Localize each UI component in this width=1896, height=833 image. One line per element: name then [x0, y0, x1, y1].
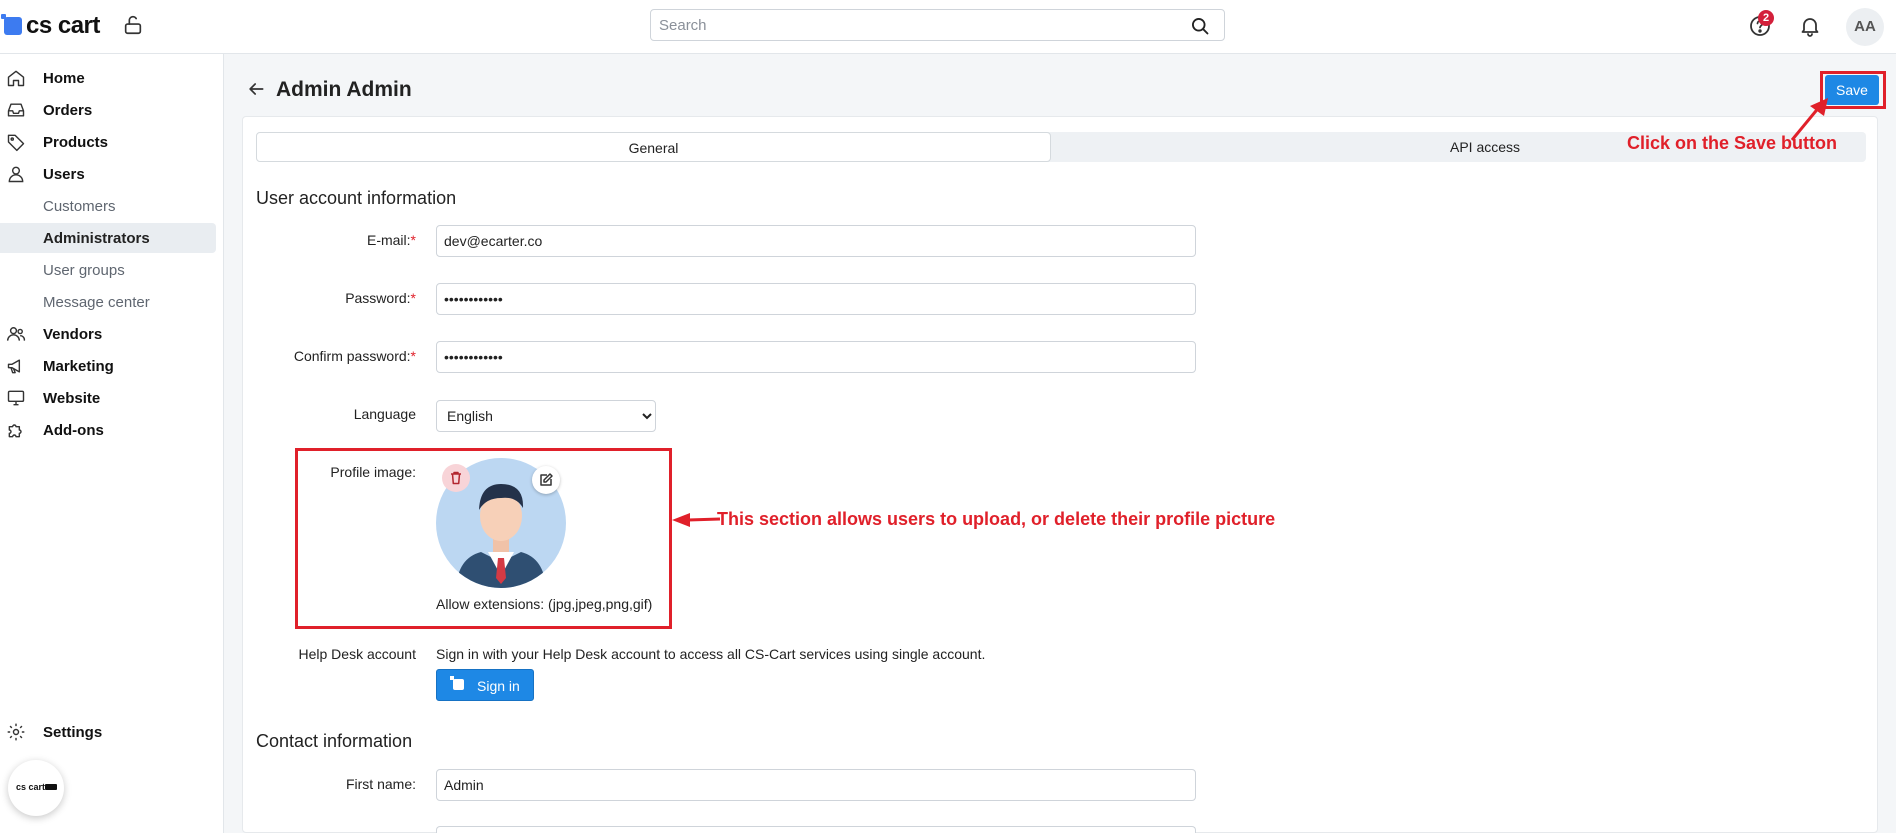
sidebar-item-settings[interactable]: Settings [0, 717, 216, 747]
cs-cart-mini-logo[interactable]: cs cart [8, 760, 64, 816]
sidebar-item-vendors[interactable]: Vendors [0, 319, 216, 349]
helpdesk-logo-icon [450, 676, 464, 690]
bell-icon[interactable] [1798, 14, 1822, 38]
sidebar-item-customers[interactable]: Customers [0, 191, 216, 221]
email-label: E-mail:* [366, 232, 416, 248]
password-label: Password:* [345, 290, 416, 306]
sidebar-item-marketing[interactable]: Marketing [0, 351, 216, 381]
gear-icon [7, 723, 25, 741]
cs-cart-logo-icon [1, 14, 22, 35]
first-name-label: First name: [345, 776, 416, 792]
helpdesk-text: Sign in with your Help Desk account to a… [436, 646, 986, 662]
sign-in-button[interactable]: Sign in [436, 669, 534, 701]
language-select[interactable]: English [436, 400, 656, 432]
tabs: General API access [256, 132, 1866, 162]
monitor-icon [7, 390, 25, 406]
callout-arrow-profile [672, 513, 721, 527]
tab-general[interactable]: General [256, 132, 1051, 162]
megaphone-icon [7, 359, 21, 374]
sidebar-item-administrators[interactable]: Administrators [0, 223, 216, 253]
tag-icon [7, 134, 25, 152]
next-field-partial[interactable] [436, 826, 1196, 833]
logo-text: cs cart [26, 12, 100, 39]
unlock-icon[interactable] [122, 14, 144, 36]
sidebar-item-add-ons[interactable]: Add-ons [0, 415, 216, 445]
profile-callout: This section allows users to upload, or … [717, 509, 1276, 529]
notification-badge: 2 [1758, 10, 1774, 26]
logo[interactable]: cs cart [1, 12, 100, 40]
page-title: Admin Admin [276, 78, 412, 101]
home-icon [7, 70, 25, 87]
sidebar-item-orders[interactable]: Orders [0, 95, 216, 125]
email-field[interactable] [436, 225, 1196, 257]
sidebar-item-website[interactable]: Website [0, 383, 216, 413]
confirm-password-field[interactable] [436, 341, 1196, 373]
sidebar-item-home[interactable]: Home [0, 63, 216, 93]
profile-section-highlight [295, 448, 672, 629]
language-label: Language [353, 406, 416, 422]
avatar[interactable]: AA [1846, 8, 1884, 46]
first-name-field[interactable] [436, 769, 1196, 801]
sidebar-item-message-center[interactable]: Message center [0, 287, 216, 317]
confirm-password-label: Confirm password:* [293, 348, 416, 364]
puzzle-icon [8, 424, 22, 438]
save-callout: Click on the Save button [1627, 133, 1838, 153]
sidebar-item-user-groups[interactable]: User groups [0, 255, 216, 285]
sidebar-item-users[interactable]: Users [0, 159, 216, 189]
top-bar: cs cart 2 AA [0, 0, 1896, 54]
search-input[interactable] [651, 10, 1224, 40]
sidebar: Home Orders Products Users Customers Adm… [0, 54, 224, 833]
section-title-account: User account information [256, 188, 457, 208]
sidebar-item-products[interactable]: Products [0, 127, 216, 157]
inbox-icon [7, 103, 25, 117]
back-arrow-icon[interactable] [246, 79, 266, 99]
password-field[interactable] [436, 283, 1196, 315]
tab-api-access[interactable]: API access [1316, 132, 1654, 162]
section-title-contact: Contact information [256, 731, 413, 751]
user-icon [8, 166, 24, 183]
search-box [650, 9, 1225, 41]
search-icon[interactable] [1190, 16, 1210, 36]
mini-logo-tag [45, 784, 57, 790]
vendors-icon [6, 327, 26, 341]
helpdesk-label: Help Desk account [298, 646, 416, 662]
